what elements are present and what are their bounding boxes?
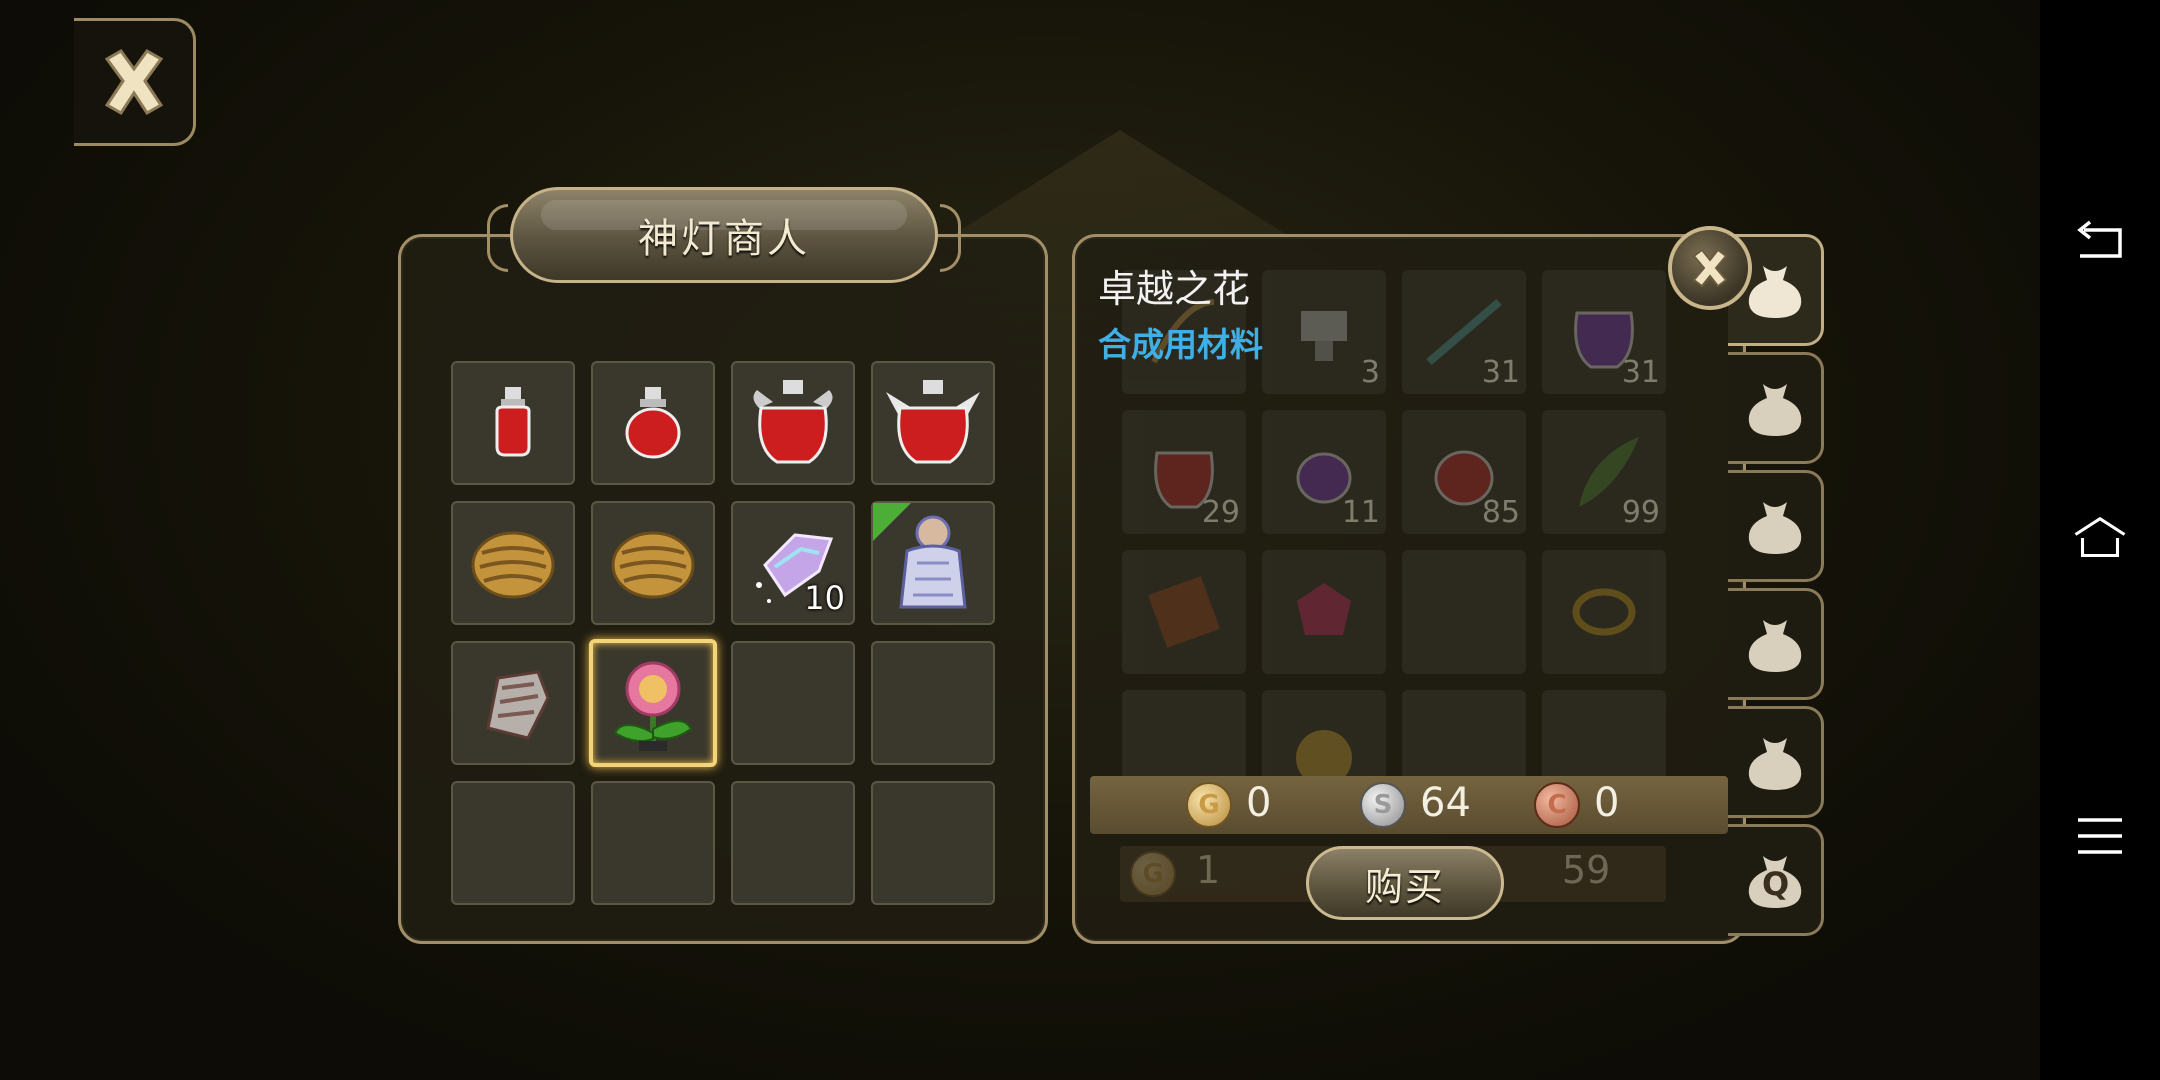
bag-icon [1748, 266, 1801, 318]
shop-slot-8[interactable] [871, 501, 995, 625]
inventory-slot [1122, 550, 1246, 674]
menu-icon [2078, 818, 2122, 854]
copper-coin-icon: C [1534, 782, 1580, 828]
shop-slot-12[interactable] [871, 641, 995, 765]
shop-title-plate: 神灯商人 [487, 187, 961, 283]
price-silver: 64 [1420, 780, 1471, 826]
home-icon [2074, 516, 2126, 558]
gold-ring-icon [1572, 588, 1636, 636]
inventory-slot: 31 [1542, 270, 1666, 394]
red-gem-icon [1297, 583, 1351, 635]
slot-quantity: 99 [1621, 495, 1660, 530]
buy-button-label: 购买 [1364, 864, 1445, 909]
bag-tab-4[interactable] [1728, 588, 1824, 700]
golden-gauntlet-icon [471, 531, 555, 599]
slot-quantity: 10 [804, 579, 845, 617]
golden-gauntlet-icon [611, 531, 695, 599]
title-wing-right [940, 204, 961, 272]
close-detail-button[interactable] [1668, 226, 1752, 310]
steel-gauntlet-icon [486, 670, 550, 740]
bag-icon [1748, 384, 1801, 436]
shop-slot-3[interactable] [731, 361, 855, 485]
silver-coin-icon: S [1360, 782, 1406, 828]
back-icon [2077, 220, 2122, 258]
item-name: 卓越之花 [1098, 267, 1251, 311]
system-navigation-bar [2040, 0, 2160, 1080]
inventory-slot: 31 [1402, 270, 1526, 394]
small-red-potion-icon [495, 387, 531, 457]
slot-quantity: 31 [1621, 355, 1660, 390]
bag-tab-quest[interactable]: Q [1728, 824, 1824, 936]
quest-bag-letter: Q [1762, 865, 1790, 903]
close-icon [104, 49, 163, 116]
inventory-slot: 29 [1122, 410, 1246, 534]
pink-flower-icon [613, 661, 693, 751]
inventory-slot: 11 [1262, 410, 1386, 534]
anvil-icon [1301, 311, 1347, 361]
bag-tab-5[interactable] [1728, 706, 1824, 818]
menu-nav-button[interactable] [2072, 808, 2128, 864]
shop-slot-5[interactable] [451, 501, 575, 625]
shop-slot-7[interactable]: 10 [731, 501, 855, 625]
bag-icon [1748, 738, 1801, 790]
bag-icon [1748, 620, 1801, 672]
shop-slot-13[interactable] [451, 781, 575, 905]
slot-quantity: 85 [1481, 495, 1520, 530]
inventory-slot: 99 [1542, 410, 1666, 534]
shop-slot-6[interactable] [591, 501, 715, 625]
close-icon [1692, 248, 1728, 288]
bag-tab-3[interactable] [1728, 470, 1824, 582]
close-shop-button[interactable] [74, 18, 196, 146]
red-potion-icon [625, 387, 681, 459]
slot-quantity: 11 [1341, 495, 1380, 530]
inventory-slot: 85 [1402, 410, 1526, 534]
back-nav-button[interactable] [2072, 216, 2128, 272]
inventory-silver-amount: 59 [1562, 848, 1611, 892]
price-bar: G 0 S 64 C 0 [1090, 776, 1728, 834]
home-nav-button[interactable] [2072, 510, 2128, 566]
buy-button[interactable]: 购买 [1306, 846, 1504, 920]
shop-slot-11[interactable] [731, 641, 855, 765]
shop-slot-14[interactable] [591, 781, 715, 905]
book-icon [1148, 576, 1220, 648]
slot-quantity: 29 [1201, 495, 1240, 530]
slot-quantity: 3 [1360, 355, 1380, 390]
price-copper: 0 [1594, 780, 1620, 826]
winged-red-potion-icon [886, 380, 980, 464]
new-item-marker [873, 503, 911, 541]
inventory-slot: 3 [1262, 270, 1386, 394]
price-gold: 0 [1246, 780, 1272, 826]
gold-coin-icon: G [1186, 782, 1232, 828]
inventory-slot [1542, 550, 1666, 674]
shop-slot-10[interactable] [589, 639, 717, 767]
large-red-potion-icon [753, 380, 833, 464]
gold-coin-icon: G [1130, 851, 1176, 897]
bag-icon [1748, 502, 1801, 554]
inventory-slot [1262, 550, 1386, 674]
shop-slot-15[interactable] [731, 781, 855, 905]
title-wing-left [487, 204, 508, 272]
shop-slot-2[interactable] [591, 361, 715, 485]
inventory-slot [1402, 550, 1526, 674]
shop-slot-1[interactable] [451, 361, 575, 485]
inventory-gold-amount: 1 [1196, 848, 1221, 892]
slot-quantity: 31 [1481, 355, 1520, 390]
shop-title: 神灯商人 [638, 216, 810, 262]
shop-slot-4[interactable] [871, 361, 995, 485]
shop-slot-9[interactable] [451, 641, 575, 765]
bag-tab-2[interactable] [1728, 352, 1824, 464]
item-type: 合成用材料 [1098, 325, 1263, 364]
shop-slot-16[interactable] [871, 781, 995, 905]
